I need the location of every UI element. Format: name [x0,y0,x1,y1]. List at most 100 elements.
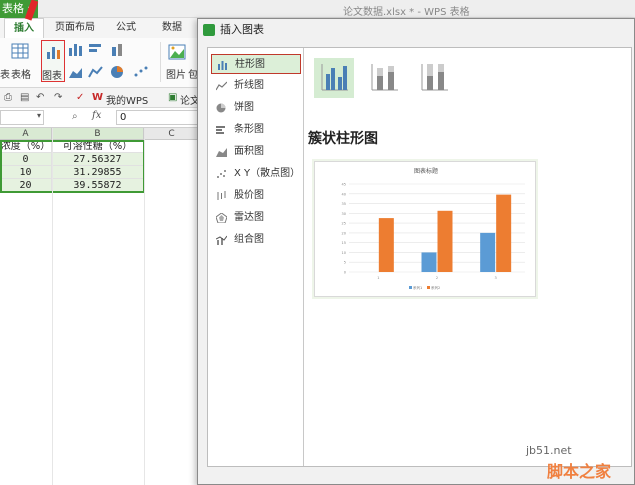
chart-type-column[interactable]: 柱形图 [211,54,301,74]
dialog-body: 柱形图 折线图 饼图 条形图 面积图 X Y（散点图） 股价图 雷达图 组合图 … [207,47,632,467]
bar [421,252,437,272]
area-chart-icon[interactable] [68,65,84,79]
chart-type-label: 面积图 [234,146,264,157]
chart-type-line[interactable]: 折线图 [211,76,301,96]
undo-icon[interactable]: ↶ [36,92,44,103]
x-tick-label: 3 [495,276,497,280]
chevron-down-icon: ▾ [36,111,41,120]
sheet-doc-icon: ▣ [168,92,178,103]
chart-preview-svg: 图表标题 0 5 10 15 20 25 30 35 40 45 1 2 3 系列1 系列2 [342,167,525,290]
formula-input[interactable]: 0 [116,110,200,125]
pie-chart-icon[interactable] [110,65,126,79]
cell-header-concentration[interactable]: 浓度（%） [0,140,52,153]
stacked-column-icon [371,64,398,91]
column-chart-icon [218,61,227,70]
stacked-chart-icon[interactable] [110,42,126,56]
watermark-label: 脚本之家 [547,462,612,481]
redo-icon[interactable]: ↷ [54,92,62,103]
cell-b2[interactable]: 27.56327 [52,153,144,166]
column-line [52,128,53,485]
chart-type-label: 雷达图 [234,212,264,223]
dialog-title-bar[interactable]: 插入图表 [198,19,634,41]
pin-icon[interactable]: ✓ [76,92,84,103]
cell-a2[interactable]: 0 [0,153,52,166]
cell-b4[interactable]: 39.55872 [52,179,144,192]
y-tick-label: 30 [342,212,346,216]
bar [480,232,496,272]
spreadsheet-grid[interactable]: A B C 浓度（%） 可溶性糖（%） 0 27.56327 10 31.298… [0,128,200,485]
tab-insert[interactable]: 插入 [4,18,44,38]
zoom-icon[interactable]: ⌕ [72,111,78,122]
fx-label[interactable]: fx [92,110,101,121]
name-box[interactable]: ▾ [0,110,44,125]
print-icon[interactable]: ⎙ [4,92,12,103]
subtype-stacked-column[interactable] [364,58,404,98]
legend-label: 系列2 [431,285,440,290]
chart-button[interactable]: 图表 [41,40,65,82]
legend-swatch [427,286,430,289]
legend-label: 系列1 [413,285,422,290]
column-header-b[interactable]: B [52,128,144,140]
chart-type-label: 折线图 [234,80,264,91]
x-tick-label: 1 [377,276,379,280]
wps-logo-icon: W [92,92,104,103]
column-chart-icon[interactable] [68,42,84,56]
table-icon [11,43,29,59]
y-tick-label: 10 [342,251,346,255]
subtype-clustered-column[interactable] [314,58,354,98]
y-tick-label: 25 [342,222,346,226]
chart-type-stock[interactable]: 股价图 [211,186,301,206]
chart-preview: 图表标题 0 5 10 15 20 25 30 35 40 45 1 2 3 系列1 系列2 [314,161,536,297]
clustered-column-icon [321,64,348,91]
y-tick-label: 35 [342,202,346,206]
chart-type-list: 柱形图 折线图 饼图 条形图 面积图 X Y（散点图） 股价图 雷达图 组合图 [208,48,304,466]
y-tick-label: 15 [342,241,346,245]
table-button-label: 表格 [11,70,31,81]
title-bar: 表格 ▾ 论文数据.xlsx * - WPS 表格 [0,0,635,18]
y-tick-label: 45 [342,183,346,187]
bar-horizontal-chart-icon[interactable] [88,42,104,56]
tab-page-layout[interactable]: 页面布局 [50,18,100,38]
chart-subtype-title: 簇状柱形图 [308,131,378,147]
table-partial-label: 表 [0,70,10,81]
y-tick-label: 40 [342,192,346,196]
chart-type-pie[interactable]: 饼图 [211,98,301,118]
chart-type-combo[interactable]: 组合图 [211,230,301,250]
combo-chart-icon [216,235,227,245]
chart-type-radar[interactable]: 雷达图 [211,208,301,228]
chart-type-area[interactable]: 面积图 [211,142,301,162]
my-wps-tab[interactable]: 我的WPS [106,92,148,107]
picture-button-label: 图片 [166,70,186,81]
y-tick-label: 5 [344,261,346,265]
line-chart-icon [216,81,227,91]
chart-type-label: 条形图 [234,124,264,135]
scatter-chart-icon[interactable] [133,65,149,79]
cell-header-sugar[interactable]: 可溶性糖（%） [52,140,144,153]
cell-a4[interactable]: 20 [0,179,52,192]
tab-formula[interactable]: 公式 [106,18,146,38]
percent-stacked-column-icon [421,64,448,91]
chart-type-label: 组合图 [234,234,264,245]
cell-b3[interactable]: 31.29855 [52,166,144,179]
column-line [144,128,145,485]
radar-chart-icon [216,213,227,223]
chart-button-label: 图表 [42,71,62,82]
window-title: 论文数据.xlsx * - WPS 表格 [343,7,470,18]
x-tick-label: 2 [436,276,438,280]
line-chart-icon[interactable] [88,65,104,79]
tab-data[interactable]: 数据 [152,18,192,38]
chart-type-label: 柱形图 [235,59,265,70]
insert-chart-dialog: 插入图表 柱形图 折线图 饼图 条形图 面积图 X Y（散点图） 股价图 雷达图… [197,18,635,485]
bar [496,194,512,272]
column-header-c[interactable]: C [144,128,200,140]
preview-icon[interactable]: ▤ [20,92,29,103]
chart-type-scatter[interactable]: X Y（散点图） [211,164,301,184]
cell-a3[interactable]: 10 [0,166,52,179]
subtype-percent-stacked-column[interactable] [414,58,454,98]
wps-sheet-logo-icon [203,24,215,36]
column-header-a[interactable]: A [0,128,52,140]
chart-type-label: 饼图 [234,102,254,113]
chart-type-bar[interactable]: 条形图 [211,120,301,140]
area-chart-icon [216,148,227,157]
y-tick-label: 20 [342,231,346,235]
